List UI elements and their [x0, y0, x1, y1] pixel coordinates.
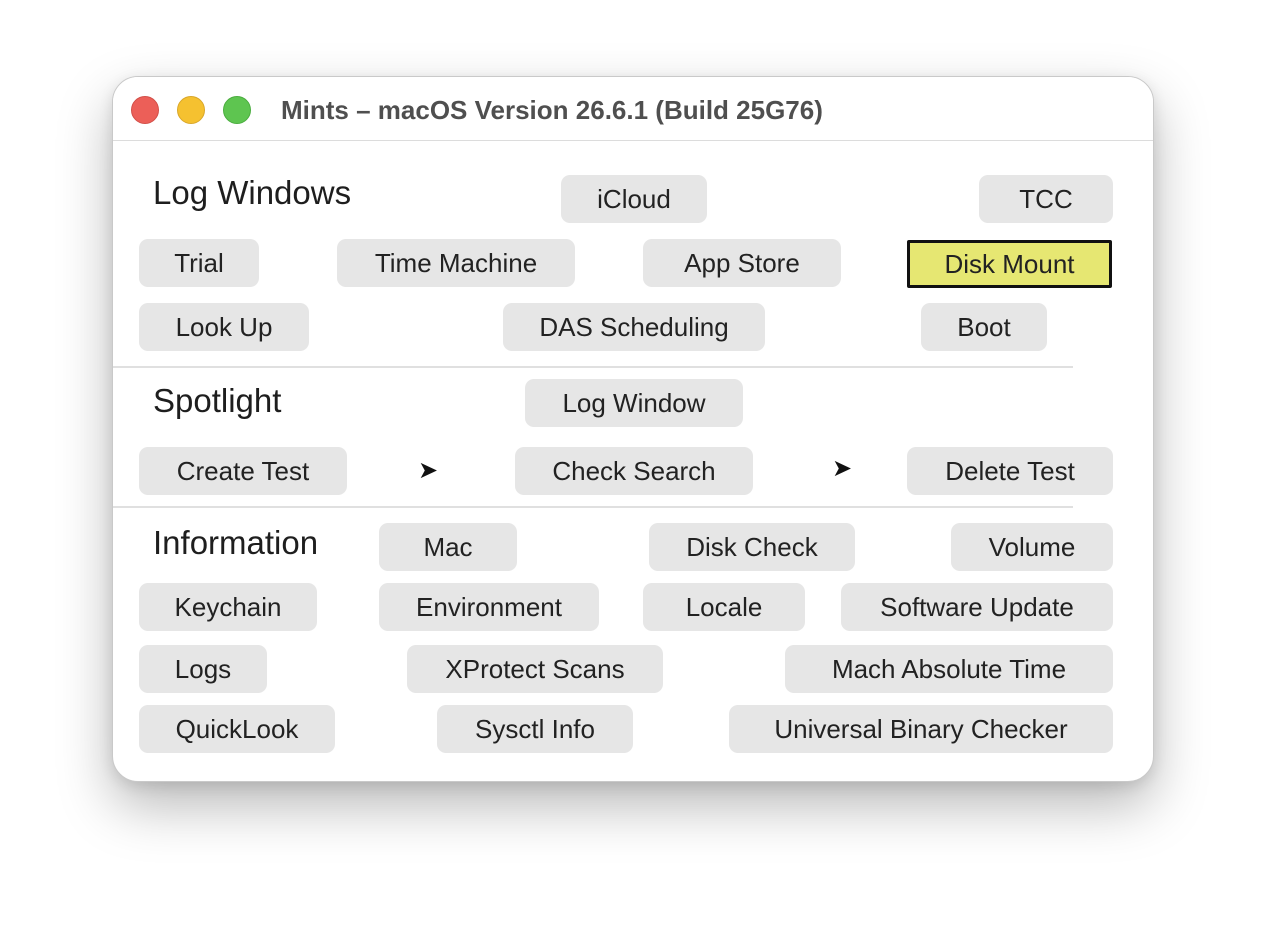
zoom-window-button[interactable]	[223, 96, 251, 124]
environment-button[interactable]: Environment	[379, 583, 599, 631]
keychain-button[interactable]: Keychain	[139, 583, 317, 631]
time-machine-button[interactable]: Time Machine	[337, 239, 575, 287]
xprotect-scans-button[interactable]: XProtect Scans	[407, 645, 663, 693]
software-update-button[interactable]: Software Update	[841, 583, 1113, 631]
check-search-button[interactable]: Check Search	[515, 447, 753, 495]
disk-mount-button[interactable]: Disk Mount	[907, 240, 1112, 288]
minimize-window-button[interactable]	[177, 96, 205, 124]
mac-button[interactable]: Mac	[379, 523, 517, 571]
volume-button[interactable]: Volume	[951, 523, 1113, 571]
trial-button[interactable]: Trial	[139, 239, 259, 287]
section-title-information: Information	[153, 524, 319, 561]
delete-test-button[interactable]: Delete Test	[907, 447, 1113, 495]
section-title-spotlight: Spotlight	[153, 382, 282, 419]
arrow-right-icon: ➤	[832, 455, 853, 482]
sysctl-info-button[interactable]: Sysctl Info	[437, 705, 633, 753]
section-title-log-windows: Log Windows	[153, 174, 352, 211]
arrow-right-icon: ➤	[418, 457, 439, 484]
universal-binary-checker-button[interactable]: Universal Binary Checker	[729, 705, 1113, 753]
close-window-button[interactable]	[131, 96, 159, 124]
boot-button[interactable]: Boot	[921, 303, 1047, 351]
app-store-button[interactable]: App Store	[643, 239, 841, 287]
app-window: Mints – macOS Version 26.6.1 (Build 25G7…	[112, 76, 1154, 782]
section-separator	[113, 366, 1073, 368]
spotlight-log-window-button[interactable]: Log Window	[525, 379, 743, 427]
create-test-button[interactable]: Create Test	[139, 447, 347, 495]
tcc-button[interactable]: TCC	[979, 175, 1113, 223]
icloud-button[interactable]: iCloud	[561, 175, 707, 223]
locale-button[interactable]: Locale	[643, 583, 805, 631]
quicklook-button[interactable]: QuickLook	[139, 705, 335, 753]
look-up-button[interactable]: Look Up	[139, 303, 309, 351]
title-bar: Mints – macOS Version 26.6.1 (Build 25G7…	[113, 77, 1153, 141]
disk-check-button[interactable]: Disk Check	[649, 523, 855, 571]
section-separator	[113, 506, 1073, 508]
window-title: Mints – macOS Version 26.6.1 (Build 25G7…	[281, 95, 823, 125]
mach-absolute-time-button[interactable]: Mach Absolute Time	[785, 645, 1113, 693]
logs-button[interactable]: Logs	[139, 645, 267, 693]
das-scheduling-button[interactable]: DAS Scheduling	[503, 303, 765, 351]
